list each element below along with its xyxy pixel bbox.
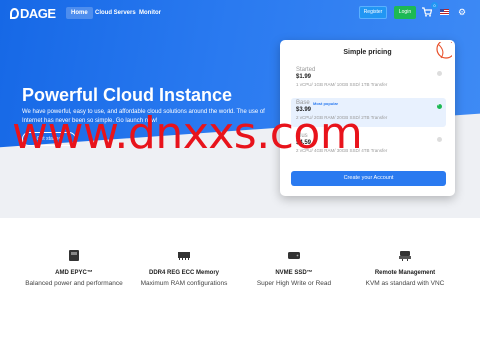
cart-count-badge: 0	[431, 2, 438, 9]
plan-name: Started	[296, 67, 316, 73]
feature-title: DDR4 REG ECC Memory	[148, 270, 219, 276]
site-logo[interactable]: DAGE	[10, 6, 56, 21]
feature-remote-management: Remote Management KVM as standard with V…	[345, 248, 465, 287]
cart-icon[interactable]	[422, 7, 432, 17]
feature-description: Super High Write or Read	[256, 280, 332, 287]
plan-spec: 1 vCPU/ 1GB RAM/ 10GB SSD/ 1TB Transfer	[296, 82, 388, 87]
pricing-title: Simple pricing	[343, 49, 392, 56]
top-navbar: DAGE Home Cloud Servers Monitor Register…	[0, 0, 480, 26]
watermark-overlay: www.dnxxs.com	[12, 108, 363, 159]
language-flag-icon[interactable]	[440, 9, 449, 15]
nav-link-monitor[interactable]: Monitor	[134, 7, 166, 19]
ssd-drive-icon	[288, 252, 300, 259]
plan-option-started[interactable]: Started $1.99 1 vCPU/ 1GB RAM/ 10GB SSD/…	[291, 65, 446, 94]
feature-title: Remote Management	[374, 270, 436, 276]
login-button[interactable]: Login	[394, 6, 416, 19]
server-icon	[399, 251, 411, 261]
logo-text: DAGE	[20, 6, 56, 21]
logo-mark-icon	[10, 8, 19, 19]
feature-amd-epyc: AMD EPYC™ Balanced power and performance	[14, 248, 134, 287]
most-popular-badge: Most popular	[313, 101, 339, 106]
create-account-button[interactable]: Create your Account	[291, 171, 446, 186]
nav-link-home[interactable]: Home	[66, 7, 93, 19]
gear-icon[interactable]: ⚙	[458, 7, 466, 17]
radio-unselected-icon[interactable]	[437, 71, 442, 76]
hero-title: Powerful Cloud Instance	[22, 85, 233, 105]
plan-price: $1.99	[296, 74, 312, 80]
feature-description: Balanced power and performance	[25, 280, 123, 287]
register-button[interactable]: Register	[359, 6, 387, 19]
feature-nvme-ssd: NVME SSD™ Super High Write or Read	[234, 248, 354, 287]
feature-description: Maximum RAM configurations	[140, 280, 228, 287]
cpu-chip-icon	[69, 250, 79, 261]
plan-name: Base	[296, 100, 310, 106]
feature-title: NVME SSD™	[275, 270, 313, 276]
memory-module-icon	[178, 252, 190, 260]
feature-ddr4-memory: DDR4 REG ECC Memory Maximum RAM configur…	[124, 248, 244, 287]
feature-title: AMD EPYC™	[55, 270, 93, 276]
feature-description: KVM as standard with VNC	[365, 280, 445, 287]
